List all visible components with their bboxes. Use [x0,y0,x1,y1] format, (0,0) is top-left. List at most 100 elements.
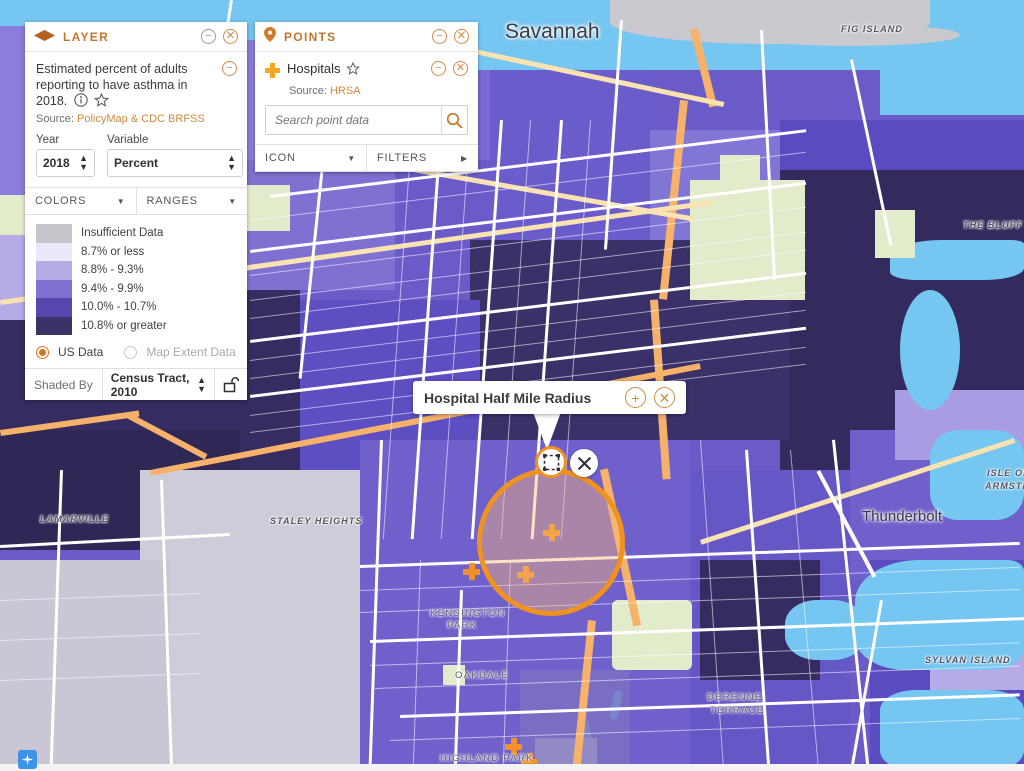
dataset-minimize-button[interactable]: − [431,61,446,76]
legend-row: 10.0% - 10.7% [36,298,236,317]
shaded-by-select[interactable]: Census Tract, 2010 ▲ ▼ [101,369,215,400]
shaded-by-label: Shaded By [34,377,93,392]
map-area-label: ARMSTRONG [985,481,1024,491]
updown-arrows-icon: ▲ ▼ [197,374,206,394]
legend-row: 9.4% - 9.9% [36,279,236,298]
legend: Insufficient Data 8.7% or less 8.8% - 9.… [25,215,247,339]
star-icon[interactable] [94,93,110,107]
shaded-by-row: Shaded By Census Tract, 2010 ▲ ▼ [25,368,247,400]
updown-arrows-icon: ▲ ▼ [227,153,236,172]
tab-icon-label: ICON [265,152,296,164]
layer-tabs: COLORS ▼ RANGES ▼ [25,187,247,215]
search-button[interactable] [441,106,467,134]
map-neighborhood-label: KENSINGTON [430,608,506,619]
layer-close-button[interactable]: ✕ [223,29,238,44]
layer-icon [34,28,55,46]
legend-label: 10.8% or greater [81,319,167,332]
layer-item-collapse-button[interactable]: − [222,61,237,76]
map-neighborhood-label: TERRACE [710,705,765,716]
radio-map-extent-data[interactable] [124,345,138,359]
map-neighborhood-label: HIGHLAND PARK [440,753,534,764]
variable-field: Variable Percent ▲ ▼ [107,134,243,177]
variable-select[interactable]: Percent ▲ ▼ [107,149,243,177]
hospital-half-mile-radius-circle[interactable] [477,468,625,616]
tab-icon[interactable]: ICON ▼ [255,145,366,171]
marquee-select-icon[interactable] [535,446,567,478]
year-select[interactable]: 2018 ▲ ▼ [36,149,95,177]
legend-swatch [36,316,72,335]
data-scope-radio-group: US Data Map Extent Data [25,339,247,368]
layer-description: Estimated percent of adults reporting to… [36,61,236,109]
variable-label: Variable [107,134,149,146]
map-area-label: LAMARVILLE [40,514,109,524]
legend-label: 8.7% or less [81,245,145,258]
tab-colors[interactable]: COLORS ▼ [25,188,136,214]
chevron-down-icon: ▼ [116,196,126,206]
search-input[interactable] [266,106,441,134]
tab-ranges-label: RANGES [146,195,198,207]
radio-us-data-label: US Data [58,345,104,359]
points-panel-title: POINTS [284,29,337,44]
hospital-point-marker[interactable] [463,563,480,580]
map-neighborhood-label: PARK [447,620,478,631]
points-source-link[interactable]: HRSA [330,85,361,97]
water-body [900,290,960,410]
radius-close-button[interactable]: ✕ [654,387,675,408]
airplane-icon[interactable] [18,750,37,769]
legend-row: Insufficient Data [36,224,236,243]
close-icon[interactable] [570,449,598,477]
map-area-label: SYLVAN ISLAND [925,655,1011,665]
water-body [880,55,1024,115]
layer-source-link[interactable]: PolicyMap & CDC BRFSS [77,113,205,125]
callout-pointer [533,412,561,450]
legend-row: 8.7% or less [36,242,236,261]
points-panel-body: Hospitals − ✕ Source: HRSA [255,52,478,135]
park-area [240,185,290,231]
park-area [612,600,692,670]
hospital-cross-icon [265,63,280,83]
park-area [875,210,915,258]
map-pin-icon [264,26,276,47]
year-field: Year 2018 ▲ ▼ [36,134,95,177]
points-close-button[interactable]: ✕ [454,29,469,44]
star-icon[interactable] [346,61,361,80]
map-city-label: Savannah [505,20,600,43]
points-dataset-name: Hospitals [287,61,341,76]
map-neighborhood-label: DERENNE [707,692,763,703]
points-panel: POINTS − ✕ Hospitals − ✕ Source: HRSA Se… [255,22,478,172]
legend-row: 10.8% or greater [36,316,236,335]
layer-description-text: Estimated percent of adults reporting to… [36,62,188,108]
dataset-close-button[interactable]: ✕ [453,61,468,76]
radio-us-data[interactable] [36,345,49,359]
map-area-label: STALEY HEIGHTS [270,516,363,526]
map-neighborhood-label: OAKDALE [455,670,509,681]
radio-map-extent-data-label: Map Extent Data [146,345,236,359]
variable-value: Percent [114,156,159,170]
tab-ranges[interactable]: RANGES ▼ [135,188,248,214]
legend-label: 10.0% - 10.7% [81,301,157,314]
chevron-down-icon: ▼ [228,196,237,206]
info-icon[interactable] [74,93,88,107]
radius-add-button[interactable]: + [625,387,646,408]
points-tabs: ICON ▼ FILTERS ▶ [255,144,478,172]
points-source: Source: HRSA [289,85,468,97]
layer-field-row: Year 2018 ▲ ▼ Variable Percent ▲ ▼ [36,134,243,187]
legend-label: 8.8% - 9.3% [81,264,144,277]
layer-panel-title: LAYER [63,29,110,44]
water-body [880,690,1024,771]
layer-source-prefix: Source: [36,113,74,125]
legend-swatch [36,224,72,243]
layer-panel: LAYER − ✕ − Estimated percent of adults … [25,22,247,400]
points-minimize-button[interactable]: − [432,29,447,44]
layer-panel-header: LAYER − ✕ [25,22,247,52]
layer-minimize-button[interactable]: − [201,29,216,44]
shaded-by-value: Census Tract, 2010 [110,370,190,399]
legend-label: Insufficient Data [81,227,164,240]
radius-callout-title: Hospital Half Mile Radius [424,389,592,406]
chevron-down-icon: ▼ [347,153,356,163]
census-tract-shape [0,560,170,771]
unlocked-padlock-icon[interactable] [215,376,247,393]
tab-filters[interactable]: FILTERS ▶ [366,145,478,171]
map-area-label: THE BLUFF [963,220,1023,230]
layer-panel-body: − Estimated percent of adults reporting … [25,52,247,187]
